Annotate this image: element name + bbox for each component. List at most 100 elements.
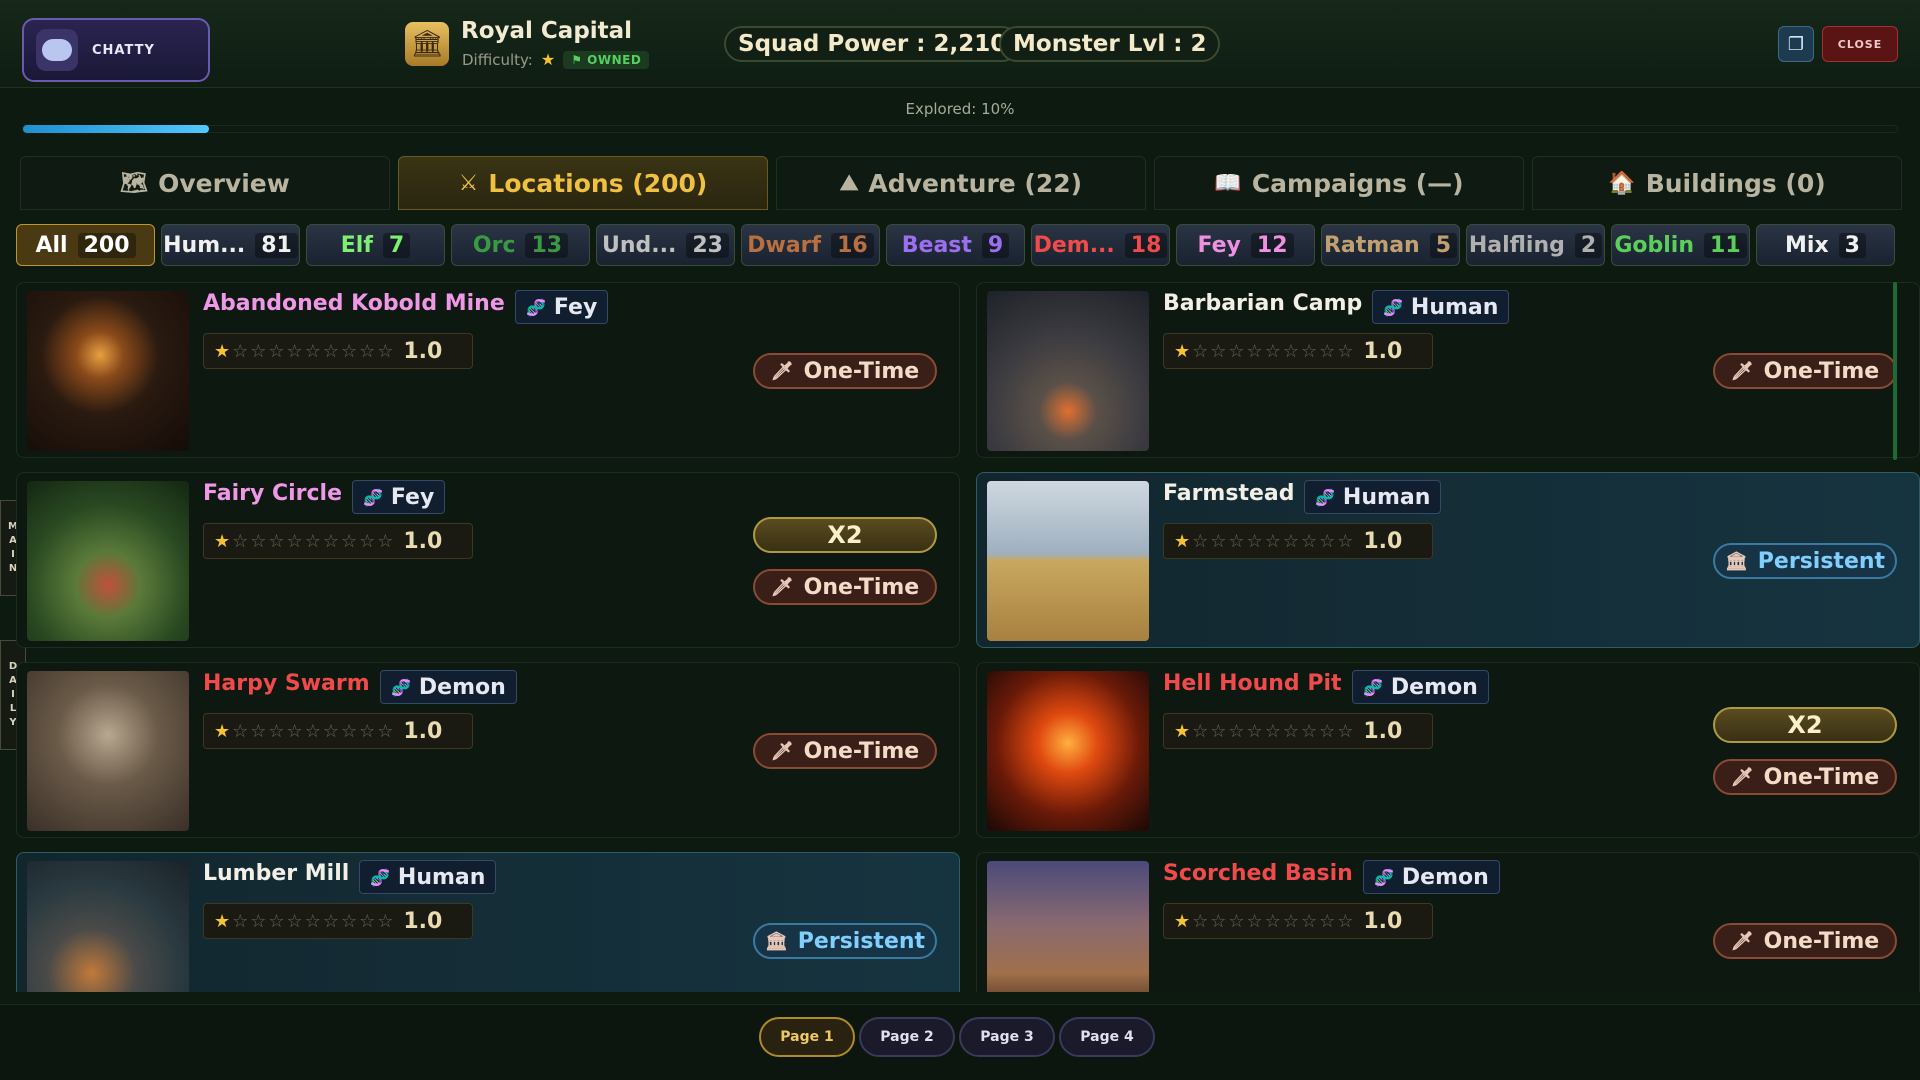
filter-beast[interactable]: Beast 9 <box>886 224 1025 266</box>
filter-halfling[interactable]: Halfling 2 <box>1466 224 1605 266</box>
location-thumbnail <box>987 481 1149 641</box>
filter-elf[interactable]: Elf 7 <box>306 224 445 266</box>
window-toggle-button[interactable]: ❐ <box>1778 26 1814 62</box>
filter-hum[interactable]: Hum... 81 <box>161 224 300 266</box>
tab-locations[interactable]: ⚔ Locations (200) <box>398 156 768 210</box>
filter-count: 2 <box>1574 232 1603 258</box>
difficulty-row: Difficulty: ★ ⚑ OWNED <box>462 50 650 69</box>
tab-label: Buildings (0) <box>1645 168 1826 198</box>
race-tag: 🧬 Demon <box>380 670 517 704</box>
location-card[interactable]: Lumber Mill 🧬 Human ★☆☆☆☆☆☆☆☆☆ 1.0 🏛 Persisten… <box>16 852 960 992</box>
persistent-badge[interactable]: 🏛 Persistent <box>1713 543 1897 579</box>
location-thumbnail <box>27 291 189 451</box>
filter-dwarf[interactable]: Dwarf 16 <box>741 224 880 266</box>
map-icon: 🗺 <box>120 170 149 196</box>
rating-stars: ★☆☆☆☆☆☆☆☆☆ <box>1174 720 1356 742</box>
one-time-badge[interactable]: 🗡 One-Time <box>753 733 937 769</box>
pagination-bar: Page 1 Page 2 Page 3 Page 4 <box>0 1004 1920 1080</box>
dna-icon: 🧬 <box>1315 487 1335 507</box>
tab-buildings[interactable]: 🏠 Buildings (0) <box>1532 156 1902 210</box>
rating-box: ★☆☆☆☆☆☆☆☆☆ 1.0 <box>1163 713 1433 749</box>
location-card[interactable]: Farmstead 🧬 Human ★☆☆☆☆☆☆☆☆☆ 1.0 🏛 Persistent <box>976 472 1920 648</box>
badge-label: X2 <box>1787 711 1823 739</box>
race-tag: 🧬 Fey <box>515 290 609 324</box>
rating-value: 1.0 <box>1363 908 1403 934</box>
window-icon: ❐ <box>1787 33 1805 55</box>
one-time-badge[interactable]: 🗡 One-Time <box>1713 923 1897 959</box>
race-label: Fey <box>553 294 598 320</box>
x2-badge[interactable]: X2 <box>1713 707 1897 743</box>
x2-badge[interactable]: X2 <box>753 517 937 553</box>
tab-label: Locations (200) <box>488 168 708 198</box>
filter-count: 12 <box>1250 232 1294 258</box>
page-button-3[interactable]: Page 3 <box>959 1017 1055 1057</box>
location-card[interactable]: Scorched Basin 🧬 Demon ★☆☆☆☆☆☆☆☆☆ 1.0 🗡 One-Ti… <box>976 852 1920 992</box>
filter-label: Orc <box>472 232 516 258</box>
tab-overview[interactable]: 🗺 Overview <box>20 156 390 210</box>
one-time-badge[interactable]: 🗡 One-Time <box>1713 759 1897 795</box>
sword-icon: 🗡 <box>770 740 794 762</box>
one-time-badge[interactable]: 🗡 One-Time <box>753 353 937 389</box>
rating-box: ★☆☆☆☆☆☆☆☆☆ 1.0 <box>1163 523 1433 559</box>
location-card[interactable]: Harpy Swarm 🧬 Demon ★☆☆☆☆☆☆☆☆☆ 1.0 🗡 One-Time <box>16 662 960 838</box>
filter-count: 5 <box>1429 232 1458 258</box>
race-tag: 🧬 Demon <box>1363 860 1500 894</box>
race-tag: 🧬 Fey <box>352 480 446 514</box>
scrollbar[interactable] <box>1893 282 1897 460</box>
rating-value: 1.0 <box>403 718 443 744</box>
filter-count: 3 <box>1838 232 1866 258</box>
race-label: Demon <box>1401 864 1489 890</box>
filter-count: 9 <box>981 232 1010 258</box>
race-label: Demon <box>418 674 506 700</box>
difficulty-label: Difficulty: <box>462 50 533 69</box>
dna-icon: 🧬 <box>370 867 390 887</box>
rating-value: 1.0 <box>403 908 443 934</box>
page-button-2[interactable]: Page 2 <box>859 1017 955 1057</box>
persistent-badge[interactable]: 🏛 Persistent <box>753 923 937 959</box>
dna-icon: 🧬 <box>391 677 411 697</box>
location-thumbnail <box>987 861 1149 992</box>
filter-fey[interactable]: Fey 12 <box>1176 224 1315 266</box>
badge-label: One-Time <box>803 574 920 600</box>
rating-box: ★☆☆☆☆☆☆☆☆☆ 1.0 <box>203 523 473 559</box>
tab-label: Adventure (22) <box>868 168 1083 198</box>
location-card[interactable]: Barbarian Camp 🧬 Human ★☆☆☆☆☆☆☆☆☆ 1.0 🗡 One-Ti… <box>976 282 1920 458</box>
sword-icon: 🗡 <box>1730 766 1754 788</box>
filter-orc[interactable]: Orc 13 <box>451 224 590 266</box>
page-button-1[interactable]: Page 1 <box>759 1017 855 1057</box>
filter-goblin[interactable]: Goblin 11 <box>1611 224 1750 266</box>
one-time-badge[interactable]: 🗡 One-Time <box>1713 353 1897 389</box>
one-time-badge[interactable]: 🗡 One-Time <box>753 569 937 605</box>
dna-icon: 🧬 <box>363 487 383 507</box>
filter-mix[interactable]: Mix 3 <box>1756 224 1895 266</box>
filter-count: 18 <box>1124 232 1168 258</box>
location-title: Royal Capital <box>461 18 633 44</box>
filter-label: Dwarf <box>747 232 822 258</box>
filter-und[interactable]: Und... 23 <box>596 224 735 266</box>
mountain-icon: ⛰ <box>839 170 859 196</box>
filter-dem[interactable]: Dem... 18 <box>1031 224 1170 266</box>
chat-button[interactable]: CHATTY <box>22 18 210 82</box>
location-card[interactable]: Abandoned Kobold Mine 🧬 Fey ★☆☆☆☆☆☆☆☆☆ 1.0 🗡 O… <box>16 282 960 458</box>
filter-ratman[interactable]: Ratman 5 <box>1321 224 1460 266</box>
sword-icon: 🗡 <box>770 576 794 598</box>
race-tag: 🧬 Human <box>1304 480 1442 514</box>
location-card[interactable]: Hell Hound Pit 🧬 Demon ★☆☆☆☆☆☆☆☆☆ 1.0 X2 🗡 One-… <box>976 662 1920 838</box>
location-name: Hell Hound Pit <box>1163 671 1342 696</box>
close-button[interactable]: CLOSE <box>1822 26 1898 62</box>
page-button-4[interactable]: Page 4 <box>1059 1017 1155 1057</box>
book-icon: 📖 <box>1214 170 1242 196</box>
dna-icon: 🧬 <box>526 297 546 317</box>
location-card[interactable]: Fairy Circle 🧬 Fey ★☆☆☆☆☆☆☆☆☆ 1.0 X2 🗡 One-Time <box>16 472 960 648</box>
castle-icon: 🏛 <box>405 22 449 66</box>
location-grid: Abandoned Kobold Mine 🧬 Fey ★☆☆☆☆☆☆☆☆☆ 1.0 🗡 O… <box>0 280 1920 992</box>
tab-campaigns[interactable]: 📖 Campaigns (—) <box>1154 156 1524 210</box>
filter-all[interactable]: All 200 <box>16 224 155 266</box>
filter-count: 200 <box>77 232 136 258</box>
location-thumbnail <box>27 481 189 641</box>
badge-label: One-Time <box>1763 764 1880 790</box>
tab-adventure[interactable]: ⛰ Adventure (22) <box>776 156 1146 210</box>
tab-label: Campaigns (—) <box>1251 168 1464 198</box>
badge-label: One-Time <box>803 738 920 764</box>
location-thumbnail <box>987 291 1149 451</box>
